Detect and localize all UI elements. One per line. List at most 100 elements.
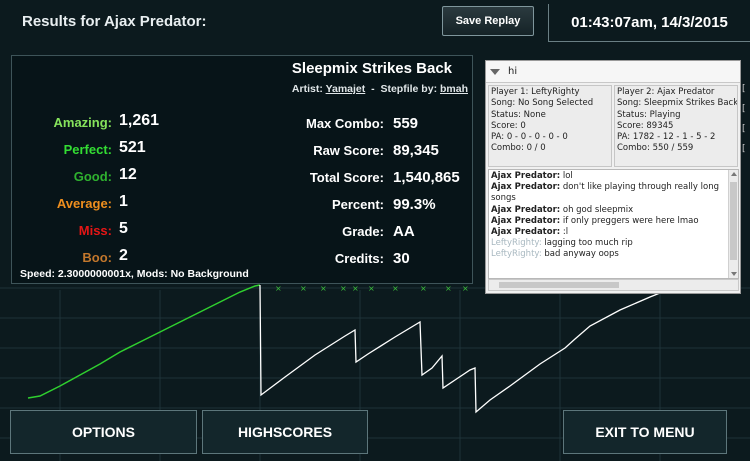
offscreen-panel-edge: [ bbox=[742, 144, 746, 154]
credits-separator: - bbox=[371, 83, 375, 95]
percent-value: 99.3% bbox=[393, 196, 436, 213]
graph-marker: × bbox=[420, 284, 427, 293]
player-2-song: Song: Sleepmix Strikes Back bbox=[617, 98, 738, 109]
chat-message: Ajax Predator: if only preggers were her… bbox=[491, 216, 726, 227]
graph-marker: × bbox=[340, 284, 347, 293]
graph-marker: × bbox=[320, 284, 327, 293]
chat-message: LeftyRighty: bad anyway oops bbox=[491, 249, 726, 260]
judge-amazing-label: Amazing: bbox=[53, 115, 113, 130]
player-2-pa: PA: 1782 - 12 - 1 - 5 - 2 bbox=[617, 132, 716, 143]
chat-nick: LeftyRighty: bbox=[491, 249, 542, 260]
graph-marker: × bbox=[368, 284, 375, 293]
player-1-combo: Combo: 0 / 0 bbox=[491, 143, 546, 154]
chat-nick: Ajax Predator: bbox=[491, 215, 561, 226]
stepfile-label: Stepfile by: bbox=[380, 83, 438, 95]
judge-perfect-value: 521 bbox=[119, 139, 146, 156]
max-combo-label: Max Combo: bbox=[306, 116, 384, 131]
chat-text: if only preggers were here lmao bbox=[560, 215, 699, 226]
player-1-pa: PA: 0 - 0 - 0 - 0 - 0 bbox=[491, 132, 568, 143]
artist-link[interactable]: Yamajet bbox=[326, 83, 366, 95]
speed-mods-line: Speed: 2.3000000001x, Mods: No Backgroun… bbox=[20, 268, 249, 280]
player-2-status: Status: Playing bbox=[617, 109, 681, 120]
player-1-box: Player 1: LeftyRighty Song: No Song Sele… bbox=[488, 85, 612, 167]
graph-marker: × bbox=[352, 284, 359, 293]
total-score-label: Total Score: bbox=[309, 170, 384, 185]
player-1-status: Status: None bbox=[491, 109, 546, 120]
graph-marker: × bbox=[275, 284, 282, 293]
grade-label: Grade: bbox=[342, 224, 384, 239]
chat-titlebar[interactable]: hi bbox=[486, 61, 740, 83]
player-1-name: Player 1: LeftyRighty bbox=[491, 87, 580, 97]
grade-value: AA bbox=[393, 223, 415, 240]
chat-message: Ajax Predator: oh god sleepmix bbox=[491, 205, 726, 216]
chat-text: oh god sleepmix bbox=[560, 204, 634, 215]
song-credits: Artist: Yamajet - Stepfile by: bmah bbox=[292, 83, 468, 95]
judge-amazing-value: 1,261 bbox=[119, 112, 160, 129]
stepfile-author-link[interactable]: bmah bbox=[440, 83, 468, 95]
player-2-score: Score: 89345 bbox=[617, 120, 674, 131]
raw-score-label: Raw Score: bbox=[313, 143, 384, 158]
scroll-thumb[interactable] bbox=[730, 182, 737, 260]
chat-room-name: hi bbox=[508, 66, 518, 77]
exit-to-menu-button[interactable]: EXIT TO MENU bbox=[563, 410, 727, 454]
hscroll-thumb[interactable] bbox=[499, 282, 619, 288]
credits-label: Credits: bbox=[334, 251, 384, 266]
graph-fc-line bbox=[27, 284, 261, 399]
chat-nick: Ajax Predator: bbox=[491, 171, 561, 181]
graph-marker: × bbox=[392, 284, 399, 293]
scroll-up-arrow-icon[interactable] bbox=[731, 172, 737, 176]
chat-text: lol bbox=[560, 171, 573, 181]
judge-miss-label: Miss: bbox=[78, 223, 112, 238]
offscreen-panel-edge: [ bbox=[742, 104, 746, 114]
results-panel: Sleepmix Strikes Back Artist: Yamajet - … bbox=[11, 55, 473, 284]
judge-perfect-label: Perfect: bbox=[63, 142, 112, 157]
chat-message: Ajax Predator: lol bbox=[491, 171, 726, 182]
chat-nick: Ajax Predator: bbox=[491, 182, 561, 193]
player-2-name: Player 2: Ajax Predator bbox=[617, 87, 715, 97]
offscreen-panel-edge: [ bbox=[742, 124, 746, 134]
judge-average-label: Average: bbox=[56, 196, 112, 211]
options-button[interactable]: OPTIONS bbox=[10, 410, 197, 454]
player-2-box: Player 2: Ajax Predator Song: Sleepmix S… bbox=[614, 85, 738, 167]
credits-value: 30 bbox=[393, 250, 410, 267]
judge-boo-label: Boo: bbox=[82, 250, 112, 265]
player-2-combo: Combo: 550 / 559 bbox=[617, 143, 694, 154]
chat-text: bad anyway oops bbox=[541, 249, 619, 260]
judge-average-value: 1 bbox=[119, 193, 128, 210]
highscores-button[interactable]: HIGHSCORES bbox=[202, 410, 368, 454]
chat-text: :l bbox=[560, 227, 569, 238]
raw-score-value: 89,345 bbox=[393, 142, 439, 159]
chat-nick: Ajax Predator: bbox=[491, 204, 561, 215]
max-combo-value: 559 bbox=[393, 115, 419, 132]
scroll-down-arrow-icon[interactable] bbox=[731, 272, 737, 276]
chat-message: Ajax Predator: :l bbox=[491, 227, 726, 238]
chat-vertical-scrollbar[interactable] bbox=[728, 170, 738, 278]
multiplayer-chat-window[interactable]: hi Player 1: LeftyRighty Song: No Song S… bbox=[485, 60, 741, 294]
graph-marker: × bbox=[462, 284, 469, 293]
chat-text: lagging too much rip bbox=[541, 238, 633, 249]
players-row: Player 1: LeftyRighty Song: No Song Sele… bbox=[486, 83, 740, 167]
judge-boo-value: 2 bbox=[119, 247, 128, 264]
song-title: Sleepmix Strikes Back bbox=[291, 60, 452, 77]
chat-nick: Ajax Predator: bbox=[491, 227, 561, 238]
total-score-value: 1,540,865 bbox=[393, 169, 460, 186]
offscreen-panel-edge: [ bbox=[742, 84, 746, 94]
artist-label: Artist: bbox=[291, 83, 323, 95]
clock-display: 01:43:07am, 14/3/2015 bbox=[548, 4, 750, 42]
results-title: Results for Ajax Predator: bbox=[22, 13, 207, 30]
chat-message: LeftyRighty: lagging too much rip bbox=[491, 238, 726, 249]
chat-horizontal-scrollbar[interactable] bbox=[488, 279, 739, 291]
player-1-score: Score: 0 bbox=[491, 120, 526, 131]
player-1-song: Song: No Song Selected bbox=[491, 98, 594, 109]
judge-miss-value: 5 bbox=[119, 220, 128, 237]
graph-marker: × bbox=[445, 284, 452, 293]
collapse-arrow-icon[interactable] bbox=[490, 68, 500, 75]
chat-log[interactable]: Ajax Predator: lol Ajax Predator: don't … bbox=[488, 169, 739, 279]
save-replay-button[interactable]: Save Replay bbox=[442, 6, 534, 36]
graph-marker: × bbox=[300, 284, 307, 293]
judge-good-label: Good: bbox=[73, 169, 112, 184]
judge-good-value: 12 bbox=[119, 166, 137, 183]
chat-message: Ajax Predator: don't like playing throug… bbox=[491, 182, 726, 204]
percent-label: Percent: bbox=[331, 197, 384, 212]
chat-nick: LeftyRighty: bbox=[491, 238, 542, 249]
